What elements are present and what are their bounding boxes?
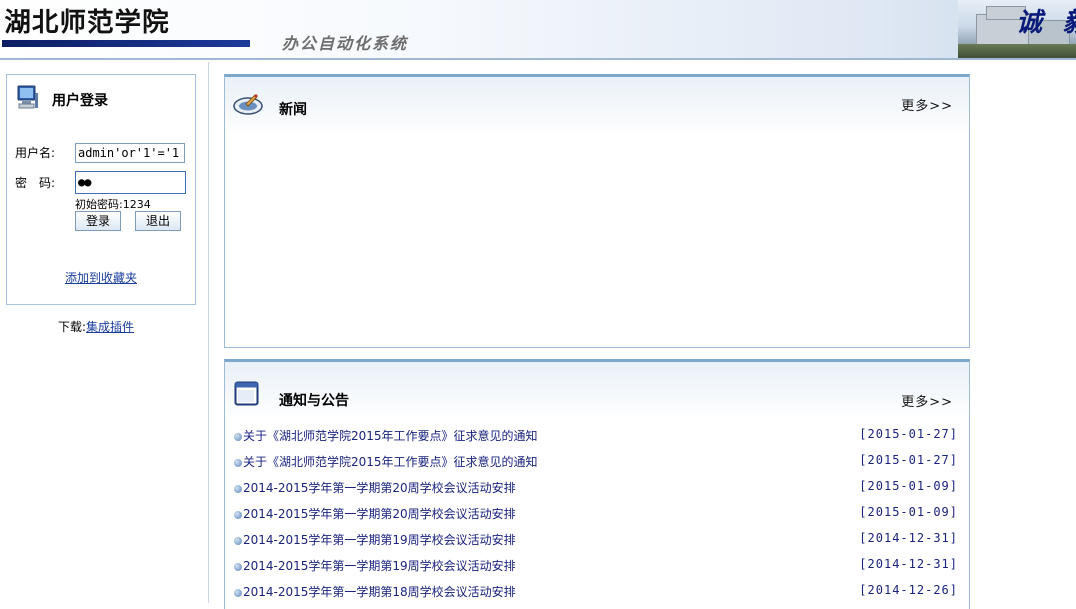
news-title: 新闻 — [279, 102, 307, 118]
news-panel-header — [225, 77, 969, 135]
notice-item[interactable]: 2014-2015学年第一学期第18周学校会议活动安排 [2014-12-26] — [234, 581, 960, 607]
notice-item-date: [2014-12-31] — [859, 557, 958, 571]
column-divider — [208, 62, 209, 603]
news-more-link[interactable]: 更多>> — [901, 95, 953, 114]
notice-more-link[interactable]: 更多>> — [901, 391, 953, 410]
notice-item-date: [2015-01-09] — [859, 505, 958, 519]
username-label: 用户名: — [15, 146, 56, 160]
notice-item[interactable]: 2014-2015学年第一学期第20周学校会议活动安排 [2015-01-09] — [234, 477, 960, 503]
notice-item-date: [2014-12-31] — [859, 531, 958, 545]
notice-item-date: [2015-01-27] — [859, 453, 958, 467]
download-label: 下载: — [58, 320, 87, 334]
download-row: 下载:集成插件 — [58, 318, 134, 335]
notice-item[interactable]: 2014-2015学年第一学期第19周学校会议活动安排 [2014-12-31] — [234, 555, 960, 581]
password-input[interactable]: ●● — [75, 171, 186, 194]
bullet-icon — [234, 459, 242, 467]
system-title: 办公自动化系统 — [282, 34, 409, 53]
school-motto: 诚 毅 — [1016, 8, 1076, 38]
login-button[interactable]: 登录 — [75, 211, 121, 231]
bullet-icon — [234, 537, 242, 545]
bullet-icon — [234, 485, 242, 493]
plugin-download-link[interactable]: 集成插件 — [86, 320, 134, 334]
bullet-icon — [234, 563, 242, 571]
notice-item-date: [2015-01-27] — [859, 427, 958, 441]
bullet-icon — [234, 589, 242, 597]
header-banner: 湖北师范学院 办公自动化系统 诚 毅 — [0, 0, 1076, 60]
username-input[interactable]: admin'or'1'='1 — [75, 143, 185, 163]
notice-title: 通知与公告 — [279, 393, 349, 409]
notice-item-title[interactable]: 2014-2015学年第一学期第20周学校会议活动安排 — [243, 479, 516, 496]
notice-item-title[interactable]: 2014-2015学年第一学期第20周学校会议活动安排 — [243, 505, 516, 522]
news-icon — [233, 93, 263, 118]
initial-password-hint: 初始密码:1234 — [75, 198, 151, 211]
login-title: 用户登录 — [52, 93, 108, 109]
notice-item[interactable]: 关于《湖北师范学院2015年工作要点》征求意见的通知 [2015-01-27] — [234, 451, 960, 477]
notice-item-title[interactable]: 2014-2015学年第一学期第18周学校会议活动安排 — [243, 583, 516, 600]
bullet-icon — [234, 433, 242, 441]
notice-item-date: [2015-01-09] — [859, 479, 958, 493]
news-panel: 新闻 更多>> — [224, 74, 970, 348]
logo-underline — [2, 40, 250, 47]
login-panel: 用户登录 用户名: admin'or'1'='1 密 码: ●● 初始密码:12… — [6, 74, 196, 305]
school-logo-text: 湖北师范学院 — [4, 8, 170, 38]
add-favorite-link[interactable]: 添加到收藏夹 — [7, 269, 195, 286]
notice-item-title[interactable]: 关于《湖北师范学院2015年工作要点》征求意见的通知 — [243, 427, 538, 444]
exit-button[interactable]: 退出 — [135, 211, 181, 231]
notice-item[interactable]: 2014-2015学年第一学期第20周学校会议活动安排 [2015-01-09] — [234, 503, 960, 529]
computer-icon — [17, 85, 39, 109]
notice-list: 关于《湖北师范学院2015年工作要点》征求意见的通知 [2015-01-27] 关于… — [234, 425, 960, 607]
notice-item-title[interactable]: 2014-2015学年第一学期第19周学校会议活动安排 — [243, 531, 516, 548]
notice-panel: 通知与公告 更多>> 关于《湖北师范学院2015年工作要点》征求意见的通知 [20… — [224, 359, 970, 609]
bullet-icon — [234, 511, 242, 519]
window-icon — [234, 381, 260, 410]
notice-item-title[interactable]: 关于《湖北师范学院2015年工作要点》征求意见的通知 — [243, 453, 538, 470]
notice-item-title[interactable]: 2014-2015学年第一学期第19周学校会议活动安排 — [243, 557, 516, 574]
notice-item[interactable]: 2014-2015学年第一学期第19周学校会议活动安排 [2014-12-31] — [234, 529, 960, 555]
notice-item[interactable]: 关于《湖北师范学院2015年工作要点》征求意见的通知 [2015-01-27] — [234, 425, 960, 451]
password-label: 密 码: — [15, 176, 56, 190]
notice-item-date: [2014-12-26] — [859, 583, 958, 597]
